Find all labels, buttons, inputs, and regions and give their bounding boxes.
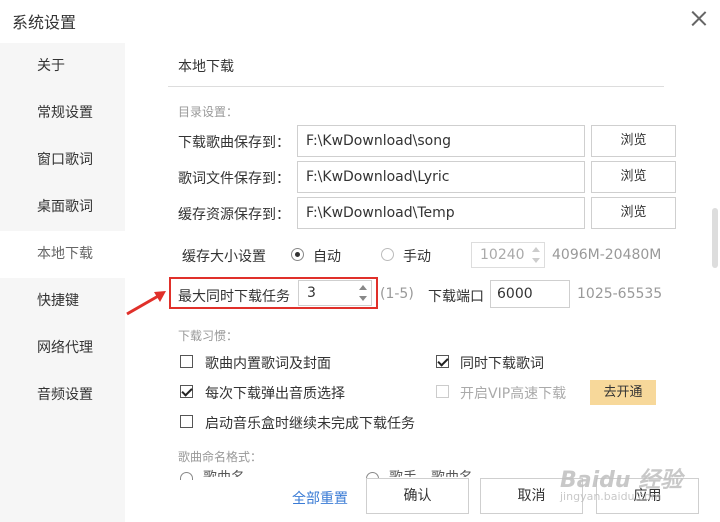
reset-all-link[interactable]: 全部重置: [292, 488, 348, 508]
sidebar-item-desktop-lyrics[interactable]: 桌面歌词: [0, 184, 125, 231]
quality-prompt-label: 每次下载弹出音质选择: [205, 386, 345, 402]
naming-option-a-radio[interactable]: [180, 472, 193, 480]
stepper-arrows-icon[interactable]: [532, 246, 542, 264]
port-input[interactable]: 6000: [490, 280, 570, 308]
annotation-highlight-box: [169, 277, 378, 309]
sidebar-item-local-download[interactable]: 本地下载: [0, 231, 125, 278]
cache-path-label: 缓存资源保存到：: [178, 207, 290, 223]
habits-heading: 下载习惯：: [178, 329, 239, 343]
vip-download-checkbox[interactable]: [436, 385, 449, 398]
close-icon[interactable]: [690, 9, 708, 27]
cache-range-hint: 4096M-20480M: [552, 247, 662, 263]
sidebar-item-general[interactable]: 常规设置: [0, 90, 125, 137]
embed-lyrics-cover-checkbox[interactable]: [180, 355, 193, 368]
cache-size-stepper[interactable]: 10240: [471, 242, 545, 268]
port-label: 下载端口: [428, 289, 484, 305]
browse-lyric-button[interactable]: 浏览: [591, 161, 676, 193]
resume-tasks-checkbox[interactable]: [180, 415, 193, 428]
quality-prompt-checkbox[interactable]: [180, 385, 193, 398]
cache-size-label: 缓存大小设置: [182, 249, 266, 265]
vip-activate-button[interactable]: 去开通: [590, 380, 656, 405]
title-bar: 系统设置: [0, 0, 720, 40]
cache-path-input[interactable]: F:\KwDownload\Temp: [297, 197, 585, 229]
window-title: 系统设置: [12, 13, 77, 32]
sidebar-item-proxy[interactable]: 网络代理: [0, 325, 125, 372]
section-divider: [168, 86, 664, 87]
sidebar-item-about[interactable]: 关于: [0, 43, 125, 90]
annotation-arrow-icon: [126, 291, 166, 316]
download-lyrics-checkbox[interactable]: [436, 355, 449, 368]
lyric-path-label: 歌词文件保存到：: [178, 171, 290, 187]
cache-manual-radio[interactable]: [381, 248, 394, 261]
song-path-input[interactable]: F:\KwDownload\song: [297, 125, 585, 157]
naming-heading: 歌曲命名格式：: [178, 450, 263, 464]
naming-option-b-label: 歌手 - 歌曲名: [389, 467, 473, 477]
naming-option-a-label: 歌曲名: [203, 467, 245, 477]
vip-download-label: 开启VIP高速下载: [460, 386, 567, 402]
browse-song-button[interactable]: 浏览: [591, 125, 676, 157]
sidebar-item-window-lyrics[interactable]: 窗口歌词: [0, 137, 125, 184]
section-title: 本地下载: [178, 59, 234, 75]
song-path-label: 下载歌曲保存到：: [178, 135, 290, 151]
confirm-button[interactable]: 确认: [366, 478, 469, 514]
resume-tasks-label: 启动音乐盒时继续未完成下载任务: [205, 416, 415, 432]
sidebar: 关于 常规设置 窗口歌词 桌面歌词 本地下载 快捷键 网络代理 音频设置: [0, 43, 125, 522]
directory-heading: 目录设置：: [178, 105, 239, 119]
download-lyrics-label: 同时下载歌词: [460, 356, 544, 372]
vertical-scrollbar[interactable]: [712, 208, 718, 268]
lyric-path-input[interactable]: F:\KwDownload\Lyric: [297, 161, 585, 193]
browse-cache-button[interactable]: 浏览: [591, 197, 676, 229]
max-tasks-range-hint: (1-5): [380, 286, 414, 302]
cache-auto-label: 自动: [313, 249, 341, 265]
cache-manual-label: 手动: [403, 249, 431, 265]
cache-size-value: 10240: [480, 247, 525, 263]
cache-auto-radio[interactable]: [291, 248, 304, 261]
embed-lyrics-cover-label: 歌曲内置歌词及封面: [205, 356, 331, 372]
baidu-watermark: Baidu 经验 jingyan.baidu.com: [560, 462, 682, 503]
sidebar-item-audio[interactable]: 音频设置: [0, 372, 125, 419]
port-range-hint: 1025-65535: [577, 286, 663, 302]
sidebar-item-shortcuts[interactable]: 快捷键: [0, 278, 125, 325]
